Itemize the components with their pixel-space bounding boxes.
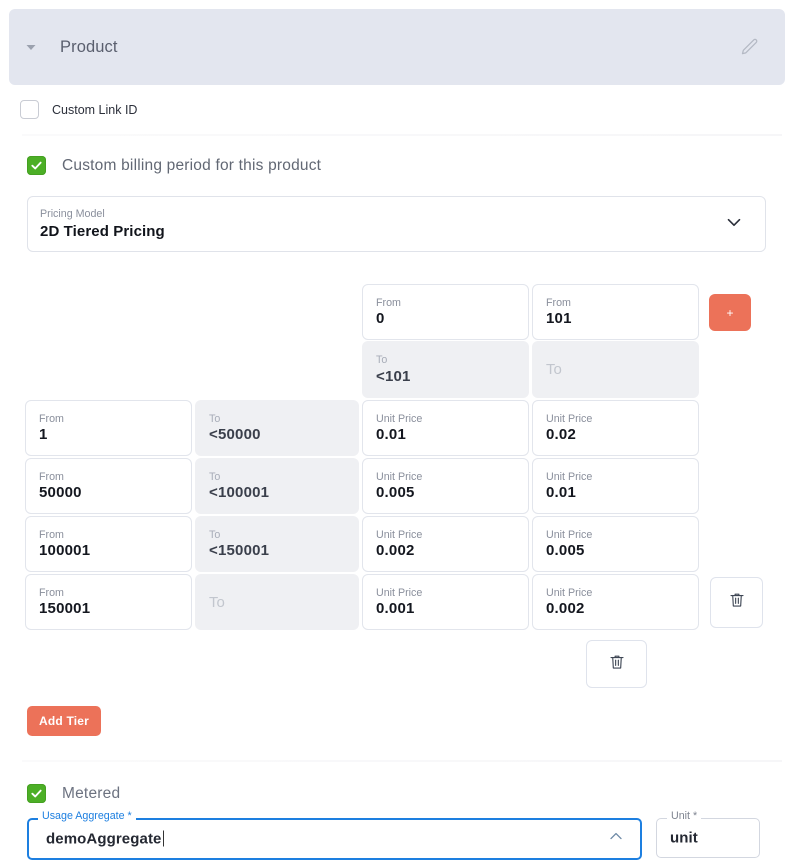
cell-label: Unit Price: [546, 412, 593, 425]
tier-row-2-price-1-cell[interactable]: Unit Price 0.005: [532, 516, 699, 572]
tier-row-3-price-1-cell[interactable]: Unit Price 0.002: [532, 574, 699, 630]
unit-input[interactable]: unit: [670, 830, 698, 847]
metered-row[interactable]: Metered: [27, 784, 120, 803]
cell-placeholder: To: [546, 361, 562, 378]
pencil-icon[interactable]: [737, 34, 763, 60]
custom-billing-period-checkbox[interactable]: [27, 156, 46, 175]
tier-row-0-price-0-cell[interactable]: Unit Price 0.01: [362, 400, 529, 456]
custom-billing-period-label: Custom billing period for this product: [62, 156, 322, 174]
cell-label: From: [376, 296, 401, 309]
add-tier-button[interactable]: Add Tier: [27, 706, 102, 736]
delete-tier-row-button[interactable]: [710, 577, 763, 628]
add-dimension-button[interactable]: +: [709, 294, 751, 331]
custom-link-id-row[interactable]: Custom Link ID: [20, 100, 137, 119]
cell-label: From: [39, 528, 64, 541]
pricing-model-label: Pricing Model: [40, 208, 105, 220]
cell-placeholder: To: [209, 593, 225, 611]
tier-row-2-from-cell[interactable]: From 100001: [25, 516, 192, 572]
cell-value: 1: [39, 426, 48, 444]
usage-aggregate-field[interactable]: Usage Aggregate * demoAggregate: [27, 811, 642, 860]
pricing-model-select[interactable]: Pricing Model 2D Tiered Pricing: [27, 196, 766, 252]
tier-row-3-price-0-cell[interactable]: Unit Price 0.001: [362, 574, 529, 630]
cell-label: To: [376, 354, 388, 367]
caret-down-icon[interactable]: [18, 40, 44, 54]
tier-row-2-price-0-cell[interactable]: Unit Price 0.002: [362, 516, 529, 572]
tier-row-1-to-cell: To <100001: [195, 458, 359, 514]
tier-row-0-price-1-cell[interactable]: Unit Price 0.02: [532, 400, 699, 456]
cell-label: Unit Price: [376, 470, 423, 483]
metered-checkbox[interactable]: [27, 784, 46, 803]
chevron-up-icon[interactable]: [606, 827, 626, 852]
cell-label: From: [546, 296, 571, 309]
cell-value: 0.01: [376, 426, 406, 444]
cell-value: <150001: [209, 542, 270, 560]
cell-value: 0.02: [546, 426, 576, 444]
cell-value: 0.005: [376, 484, 415, 502]
cell-label: Unit Price: [376, 412, 423, 425]
tier-row-0-from-cell[interactable]: From 1: [25, 400, 192, 456]
trash-icon: [728, 591, 746, 614]
page-title: Product: [60, 37, 118, 56]
product-pricing-form: Product Custom Link ID Custom billing pe…: [0, 0, 794, 863]
cell-value: <101: [376, 367, 411, 385]
divider: [22, 760, 782, 762]
cell-value: 0.002: [376, 542, 415, 560]
tier-row-1-price-0-cell[interactable]: Unit Price 0.005: [362, 458, 529, 514]
product-section-header[interactable]: Product: [9, 9, 785, 85]
metered-label: Metered: [62, 784, 121, 802]
trash-icon: [608, 653, 626, 676]
dimension-0-to-cell: To <101: [362, 341, 529, 398]
cell-value: 0: [376, 310, 385, 328]
pricing-model-value: 2D Tiered Pricing: [40, 223, 165, 240]
cell-value: 101: [546, 310, 572, 328]
text-caret: [162, 830, 164, 847]
pricing-model-texts: Pricing Model 2D Tiered Pricing: [40, 208, 165, 240]
cell-label: To: [209, 470, 221, 483]
dimension-0-from-cell[interactable]: From 0: [362, 284, 529, 340]
cell-value: 0.001: [376, 600, 415, 618]
cell-label: Unit Price: [546, 470, 593, 483]
tier-row-3-from-cell[interactable]: From 150001: [25, 574, 192, 630]
tier-row-1-from-cell[interactable]: From 50000: [25, 458, 192, 514]
cell-value: 150001: [39, 600, 91, 618]
usage-aggregate-value: demoAggregate: [46, 830, 162, 848]
cell-value: <50000: [209, 426, 261, 444]
usage-aggregate-input[interactable]: demoAggregate: [46, 830, 164, 848]
cell-label: To: [209, 528, 221, 541]
tier-row-0-to-cell: To <50000: [195, 400, 359, 456]
cell-label: Unit Price: [546, 586, 593, 599]
tier-row-1-price-1-cell[interactable]: Unit Price 0.01: [532, 458, 699, 514]
dimension-1-from-cell[interactable]: From 101: [532, 284, 699, 340]
unit-field[interactable]: Unit * unit: [656, 811, 760, 858]
cell-label: From: [39, 470, 64, 483]
dimension-1-to-cell: To: [532, 341, 699, 398]
tier-grid: From 0 From 101 To <101 To + From 1 To <…: [0, 0, 794, 863]
cell-value: 0.01: [546, 484, 576, 502]
cell-label: Unit Price: [546, 528, 593, 541]
chevron-down-icon[interactable]: [723, 211, 745, 238]
tier-row-2-to-cell: To <150001: [195, 516, 359, 572]
custom-billing-period-row[interactable]: Custom billing period for this product: [27, 156, 321, 175]
cell-value: 100001: [39, 542, 91, 560]
tier-row-3-to-cell: To: [195, 574, 359, 630]
cell-label: Unit Price: [376, 586, 423, 599]
cell-label: To: [209, 412, 221, 425]
delete-tier-column-button[interactable]: [586, 640, 647, 688]
cell-label: From: [39, 412, 64, 425]
custom-link-id-label: Custom Link ID: [52, 102, 138, 117]
usage-aggregate-label: Usage Aggregate *: [38, 811, 136, 822]
cell-value: 50000: [39, 484, 82, 502]
cell-value: <100001: [209, 484, 270, 502]
divider: [22, 134, 782, 136]
cell-value: 0.005: [546, 542, 585, 560]
cell-label: Unit Price: [376, 528, 423, 541]
unit-label: Unit *: [667, 811, 702, 822]
cell-label: From: [39, 586, 64, 599]
custom-link-id-checkbox[interactable]: [20, 100, 39, 119]
cell-value: 0.002: [546, 600, 585, 618]
